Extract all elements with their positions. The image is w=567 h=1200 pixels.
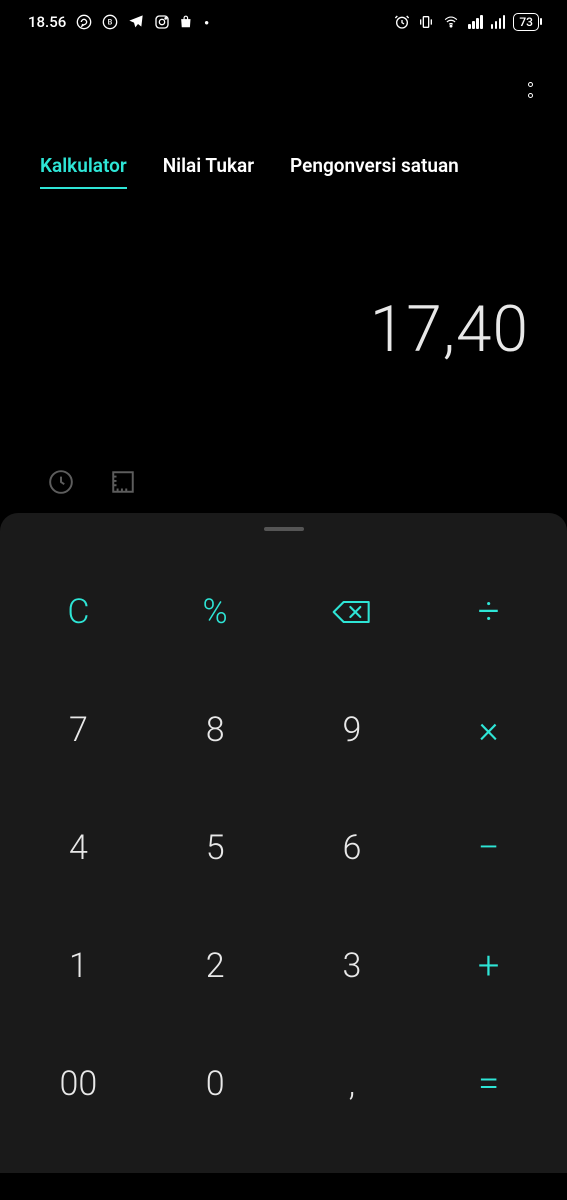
history-icon[interactable] bbox=[48, 469, 74, 495]
whatsapp-icon bbox=[76, 14, 92, 30]
key-multiply[interactable]: × bbox=[420, 671, 557, 789]
status-time: 18.56 bbox=[28, 13, 66, 31]
key-2[interactable]: 2 bbox=[147, 907, 284, 1025]
svg-text:B: B bbox=[108, 18, 113, 27]
key-equals[interactable]: = bbox=[420, 1025, 557, 1143]
battery-level: 73 bbox=[519, 15, 533, 29]
key-plus[interactable]: + bbox=[420, 907, 557, 1025]
signal-icon-1 bbox=[468, 15, 483, 29]
status-right: 73 bbox=[394, 13, 539, 31]
signal-icon-2 bbox=[491, 15, 506, 29]
display-area: 17,40 bbox=[0, 189, 567, 469]
drag-handle[interactable] bbox=[264, 527, 304, 531]
key-6[interactable]: 6 bbox=[284, 789, 421, 907]
battery-indicator: 73 bbox=[513, 13, 539, 31]
tab-calculator[interactable]: Kalkulator bbox=[40, 154, 127, 189]
key-decimal[interactable]: , bbox=[284, 1025, 421, 1143]
key-clear[interactable]: C bbox=[10, 553, 147, 671]
tool-row bbox=[0, 469, 567, 495]
mode-tabs: Kalkulator Nilai Tukar Pengonversi satua… bbox=[0, 154, 567, 189]
more-dot-icon: ● bbox=[204, 18, 209, 27]
more-menu-button[interactable] bbox=[528, 82, 533, 98]
key-9[interactable]: 9 bbox=[284, 671, 421, 789]
key-4[interactable]: 4 bbox=[10, 789, 147, 907]
key-7[interactable]: 7 bbox=[10, 671, 147, 789]
display-value: 17,40 bbox=[370, 292, 529, 367]
telegram-icon bbox=[128, 14, 144, 30]
key-00[interactable]: 00 bbox=[10, 1025, 147, 1143]
bag-icon bbox=[180, 14, 194, 30]
tab-unit-converter[interactable]: Pengonversi satuan bbox=[290, 154, 459, 189]
tab-exchange-rate[interactable]: Nilai Tukar bbox=[163, 154, 254, 189]
key-8[interactable]: 8 bbox=[147, 671, 284, 789]
key-3[interactable]: 3 bbox=[284, 907, 421, 1025]
key-minus[interactable]: − bbox=[420, 789, 557, 907]
instagram-icon bbox=[154, 14, 170, 30]
status-left: 18.56 B ● bbox=[28, 13, 209, 31]
ruler-icon[interactable] bbox=[110, 469, 136, 495]
keypad: C % ÷ 7 8 9 × 4 5 6 − 1 2 3 + 00 0 , = bbox=[0, 553, 567, 1143]
key-0[interactable]: 0 bbox=[147, 1025, 284, 1143]
key-1[interactable]: 1 bbox=[10, 907, 147, 1025]
alarm-icon bbox=[394, 14, 410, 30]
keypad-panel: C % ÷ 7 8 9 × 4 5 6 − 1 2 3 + 00 0 , = bbox=[0, 513, 567, 1173]
circle-b-icon: B bbox=[102, 14, 118, 30]
status-bar: 18.56 B ● 73 bbox=[0, 0, 567, 44]
key-backspace[interactable] bbox=[284, 553, 421, 671]
vibrate-icon bbox=[418, 14, 434, 30]
key-5[interactable]: 5 bbox=[147, 789, 284, 907]
key-percent[interactable]: % bbox=[147, 553, 284, 671]
wifi-icon bbox=[442, 15, 460, 29]
key-divide[interactable]: ÷ bbox=[420, 553, 557, 671]
